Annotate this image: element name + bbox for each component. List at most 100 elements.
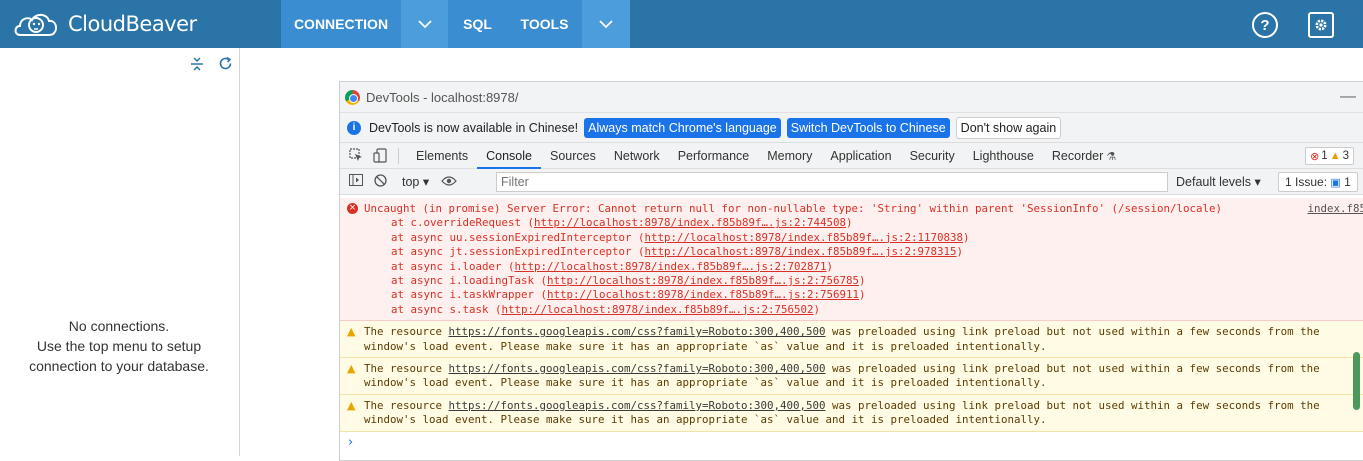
minimize-icon[interactable]: — [1340,88,1356,106]
tab-console[interactable]: Console [477,143,541,169]
chevron-down-icon [599,19,613,28]
issue-icon: ▣ [1330,177,1341,189]
collapse-all-icon[interactable] [189,56,205,72]
no-connections-line2: Use the top menu to setup [36,338,202,354]
no-connections-line1: No connections. [68,318,170,334]
warning-resource-link[interactable]: https://fonts.googleapis.com/css?family=… [449,362,826,375]
device-toolbar-icon[interactable] [372,147,388,164]
stack-frame-function: at async uu.sessionExpiredInterceptor ( [391,230,645,244]
stack-frame-suffix: ) [956,245,964,259]
always-match-language-button[interactable]: Always match Chrome's language [584,117,781,138]
warning-icon: ▲ [347,362,356,376]
stack-frame-link[interactable]: http://localhost:8978/index.f85b89f….js:… [515,260,827,273]
warning-line2: window's load event. Please make sure it… [364,413,1047,427]
refresh-icon[interactable] [217,56,233,72]
stack-frame-link[interactable]: http://localhost:8978/index.f85b89f….js:… [547,288,859,301]
stack-frame: at async i.loader (http://localhost:8978… [391,260,1363,274]
stack-frame: at async uu.sessionExpiredInterceptor (h… [391,231,1363,245]
dont-show-again-button[interactable]: Don't show again [955,116,1062,139]
issues-count: 1 [1344,175,1351,189]
nav-connection[interactable]: CONNECTION [281,0,401,48]
switch-to-chinese-button[interactable]: Switch DevTools to Chinese [786,117,950,138]
stack-frame-link[interactable]: http://localhost:8978/index.f85b89f….js:… [534,216,846,229]
tab-sources[interactable]: Sources [541,143,605,169]
stack-frame: at c.overrideRequest (http://localhost:8… [391,216,1363,230]
console-warning-message: ▲ The resource https://fonts.googleapis.c… [340,321,1363,359]
console-warning-message: ▲ The resource https://fonts.googleapis.c… [340,394,1363,432]
issue-counter[interactable]: ⊗ 1 ▲ 3 [1305,147,1354,165]
tab-separator [398,147,399,164]
warnings-list: ▲ The resource https://fonts.googleapis.c… [340,321,1363,432]
warning-line1: The resource https://fonts.googleapis.co… [364,399,1363,413]
tab-security[interactable]: Security [901,143,964,169]
tab-recorder[interactable]: Recorder ⚗ [1043,143,1125,169]
console-warning-message: ▲ The resource https://fonts.googleapis.c… [340,358,1363,395]
connections-panel: No connections. Use the top menu to setu… [0,48,240,456]
console-scrollbar[interactable] [1353,352,1360,410]
error-icon: × [347,203,358,214]
log-levels-select[interactable]: Default levels ▾ [1176,174,1261,189]
stack-frame-suffix: ) [846,216,853,230]
stack-frame-link[interactable]: http://localhost:8978/index.f85b89f….js:… [547,274,859,287]
no-connections-message: No connections. Use the top menu to setu… [0,316,238,376]
stack-frame-link[interactable]: http://localhost:8978/index.f85b89f….js:… [645,231,964,244]
console-filter-input[interactable] [496,172,1168,192]
warning-prefix: The resource [364,362,449,376]
tools-dropdown-button[interactable] [582,0,630,48]
error-count: 1 [1321,150,1328,162]
stack-frame-function: at async i.loader ( [391,259,515,273]
stack-frame-link[interactable]: http://localhost:8978/index.f85b89f….js:… [502,303,814,316]
help-icon[interactable]: ? [1252,12,1278,38]
nav-sql[interactable]: SQL [448,0,507,48]
language-infobar: i DevTools is now available in Chinese! … [340,112,1363,142]
stack-frame-function: at async jt.sessionExpiredInterceptor ( [391,245,645,259]
tab-application[interactable]: Application [821,143,900,169]
stack-frame-function: at async i.loadingTask ( [391,274,548,288]
stack-frame-suffix: ) [859,288,866,302]
error-text: Uncaught (in promise) Server Error: Cann… [364,202,1223,215]
warning-resource-link[interactable]: https://fonts.googleapis.com/css?family=… [449,399,826,412]
warning-count: 3 [1342,150,1349,162]
tab-lighthouse[interactable]: Lighthouse [964,143,1043,169]
infobar-message: DevTools is now available in Chinese! [369,120,579,135]
stack-frame-function: at async i.taskWrapper ( [391,288,548,302]
warning-prefix: The resource [364,398,449,412]
warning-icon: ▲ [347,398,356,412]
error-source-link[interactable]: index.f85 [1307,202,1363,216]
tab-recorder-label: Recorder [1051,148,1104,163]
console-prompt[interactable]: › [340,432,1363,450]
issues-button[interactable]: 1 Issue: ▣ 1 [1278,172,1358,192]
info-icon: i [347,120,361,135]
app-logo[interactable]: CloudBeaver [12,7,197,41]
error-icon: ⊗ [1310,150,1320,163]
warning-suffix: was preloaded using link preload but not… [825,325,1320,339]
sidebar-toggle-icon[interactable] [348,174,364,189]
settings-button[interactable] [1308,12,1334,38]
tab-memory[interactable]: Memory [758,143,821,169]
issues-label: 1 Issue: [1285,175,1328,189]
console-error-message: × Uncaught (in promise) Server Error: Ca… [340,198,1363,322]
context-select[interactable]: top ▾ [398,174,433,189]
log-levels-value: Default levels [1176,175,1252,189]
devtools-window: DevTools - localhost:8978/ — i DevTools … [339,81,1363,461]
stack-frame-suffix: ) [859,274,866,288]
inspect-element-icon[interactable] [348,147,364,164]
warning-resource-link[interactable]: https://fonts.googleapis.com/css?family=… [449,325,826,338]
warning-line1: The resource https://fonts.googleapis.co… [364,325,1363,339]
warning-suffix: was preloaded using link preload but not… [825,362,1320,376]
no-connections-line3: connection to your database. [29,358,209,374]
flask-icon: ⚗ [1106,150,1117,163]
nav-tools[interactable]: TOOLS [507,0,582,48]
eye-icon[interactable] [441,175,457,189]
stack-frame-function: at c.overrideRequest ( [391,216,535,230]
warning-line2: window's load event. Please make sure it… [364,339,1047,353]
tab-network[interactable]: Network [605,143,669,169]
warning-icon: ▲ [347,325,356,339]
clear-console-icon[interactable] [372,173,388,190]
console-output: × Uncaught (in promise) Server Error: Ca… [340,198,1363,450]
tab-elements[interactable]: Elements [407,143,477,169]
stack-frame-link[interactable]: http://localhost:8978/index.f85b89f….js:… [645,245,957,258]
stack-frame-suffix: ) [813,302,821,316]
connection-dropdown-button[interactable] [401,0,448,48]
tab-performance[interactable]: Performance [669,143,759,169]
